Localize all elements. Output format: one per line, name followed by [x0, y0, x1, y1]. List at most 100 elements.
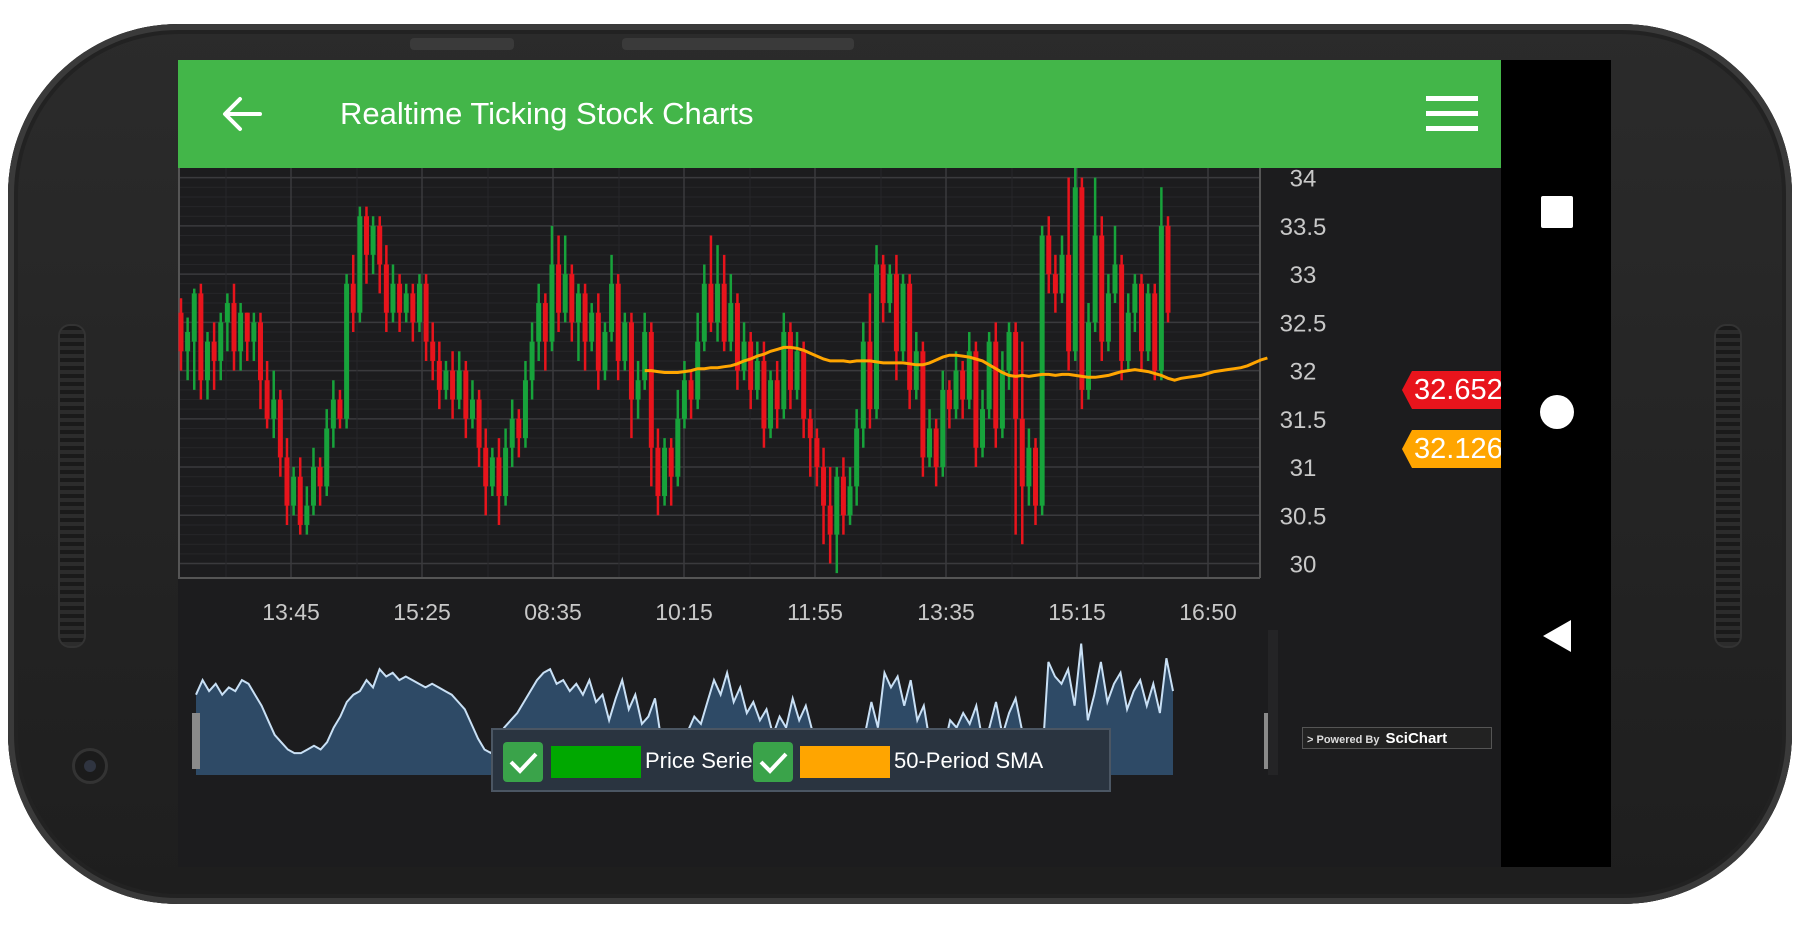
candle-body: [840, 476, 846, 516]
candle-body: [874, 264, 880, 410]
candle-body: [244, 312, 250, 342]
candle-body: [1006, 332, 1012, 371]
stock-chart[interactable]: 34 33.5 33 32.5 32 31.5 31 30.5 30 13:45 15:25 08:…: [178, 168, 1507, 867]
candle-body: [913, 351, 919, 390]
candle-body: [271, 399, 277, 419]
candle-body: [1158, 225, 1164, 371]
candle-body: [310, 467, 316, 506]
square-icon[interactable]: [1535, 190, 1579, 234]
candle-body: [204, 341, 210, 381]
candle-body: [1152, 293, 1158, 371]
candle-body: [456, 370, 462, 400]
x-tick-label: 16:50: [1179, 599, 1237, 625]
app-toolbar: Realtime Ticking Stock Charts: [178, 60, 1501, 168]
candle-body: [801, 351, 807, 419]
candle-body: [542, 303, 548, 342]
x-tick-label: 11:55: [787, 599, 843, 625]
candle-body: [575, 293, 581, 323]
candle: [900, 274, 906, 361]
candle-body: [416, 283, 422, 323]
screen: Realtime Ticking Stock Charts 34 33.5 33 32…: [178, 60, 1611, 867]
candle-body: [443, 370, 449, 390]
y-tick-label: 30: [1290, 552, 1317, 579]
candle: [1079, 177, 1085, 410]
arrow-left-icon[interactable]: [220, 92, 264, 136]
candle-body: [1079, 187, 1085, 390]
candle-body: [1119, 264, 1125, 361]
candle-body: [1039, 235, 1045, 506]
hamburger-menu-icon[interactable]: [1424, 94, 1480, 134]
power-button[interactable]: [622, 38, 854, 50]
sma-label: 50-Period SMA: [894, 748, 1044, 773]
y-tick-label: 31: [1290, 455, 1317, 482]
candle-body: [191, 293, 197, 342]
candle-body: [377, 225, 383, 265]
candle-body: [410, 293, 416, 323]
candle-body: [688, 380, 694, 400]
candle-body: [350, 283, 356, 313]
candle-body: [383, 264, 389, 313]
candle-body: [589, 312, 595, 342]
candle: [1072, 168, 1078, 361]
candle: [344, 274, 350, 429]
candle-body: [622, 322, 628, 361]
circle-icon[interactable]: [1535, 390, 1579, 434]
candle: [1099, 216, 1105, 361]
candle-body: [675, 418, 681, 477]
candle-body: [721, 283, 727, 342]
x-tick-label: 08:35: [524, 599, 582, 625]
x-tick-label: 13:35: [917, 599, 975, 625]
candle-body: [655, 447, 661, 496]
candle: [907, 274, 913, 410]
y-tick-label: 32: [1290, 359, 1317, 386]
candle-body: [814, 438, 820, 468]
candle-body: [469, 399, 475, 419]
x-tick-label: 15:15: [1048, 599, 1106, 625]
candle-body: [211, 341, 217, 361]
candle-body: [423, 283, 429, 342]
candle-body: [1139, 283, 1145, 352]
candle-body: [774, 380, 780, 410]
candle-body: [1165, 225, 1171, 313]
candle: [1145, 283, 1151, 361]
candle-body: [847, 486, 853, 516]
candle-body: [827, 505, 833, 535]
triangle-left-icon[interactable]: [1535, 614, 1579, 658]
y-tick-label: 33: [1290, 262, 1317, 289]
candle-body: [291, 476, 297, 506]
candle-body: [953, 370, 959, 410]
candle-body: [390, 283, 396, 313]
candle-body: [476, 399, 482, 448]
volume-button[interactable]: [410, 38, 514, 50]
candle-body: [1052, 274, 1058, 294]
candle-body: [595, 312, 601, 371]
candle-body: [304, 505, 310, 525]
range-right-shade: [1268, 630, 1278, 775]
candle-body: [940, 389, 946, 468]
candle-body: [1132, 283, 1138, 313]
candle-body: [1112, 264, 1118, 294]
candle: [1039, 225, 1045, 516]
candle-body: [900, 283, 906, 352]
front-camera: [72, 748, 108, 784]
candle-body: [887, 274, 893, 304]
candle-body: [960, 370, 966, 400]
candle-body: [1019, 418, 1025, 487]
candle-body: [1105, 293, 1111, 342]
candle-body: [768, 380, 774, 429]
candle: [986, 332, 992, 419]
candle-body: [781, 332, 787, 410]
candle-body: [516, 418, 522, 439]
candle-body: [980, 409, 986, 448]
candle-body: [854, 428, 860, 487]
check-icon: [509, 752, 538, 774]
price-series-checkbox[interactable]: [503, 742, 543, 782]
y-tick-label: 33.5: [1280, 214, 1327, 241]
candle-body: [218, 322, 224, 361]
candle-body: [741, 341, 747, 371]
candle-body: [602, 332, 608, 371]
candle-body: [662, 447, 668, 496]
candle-body: [277, 399, 283, 458]
candle-body: [1125, 312, 1131, 361]
sma-checkbox[interactable]: [753, 742, 793, 782]
